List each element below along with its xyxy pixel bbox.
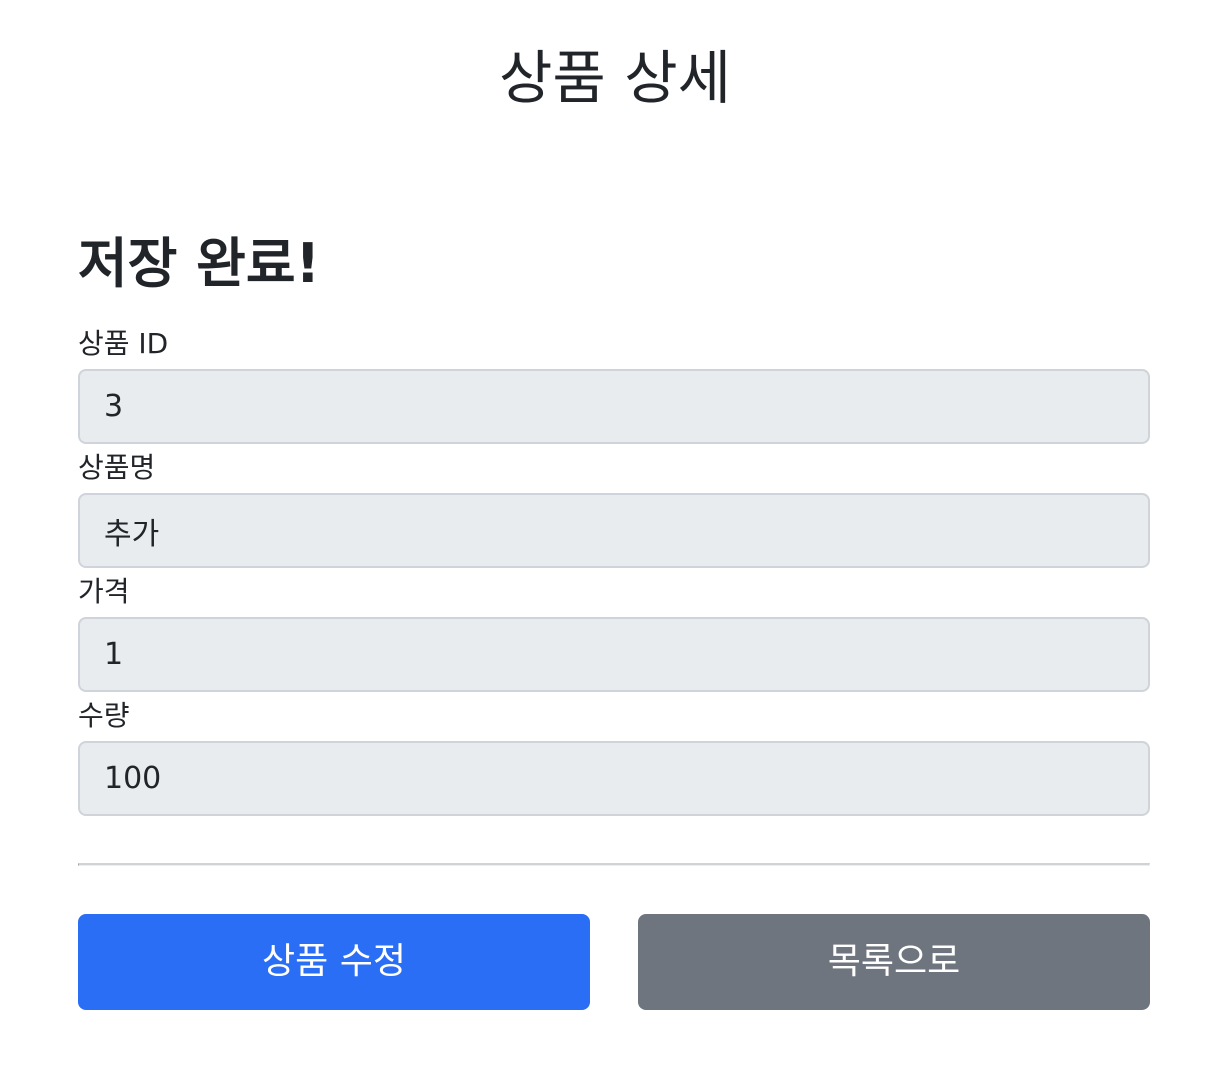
item-detail-page: 상품 상세 저장 완료! 상품 ID 상품명 가격 수량 상품 수정 목록으로	[0, 0, 1230, 1080]
price-field[interactable]	[78, 617, 1150, 692]
quantity-field[interactable]	[78, 741, 1150, 816]
divider	[78, 863, 1150, 866]
back-to-list-button[interactable]: 목록으로	[638, 914, 1150, 1010]
quantity-label: 수량	[78, 699, 130, 732]
save-status-message: 저장 완료!	[78, 232, 321, 295]
edit-item-button[interactable]: 상품 수정	[78, 914, 590, 1010]
item-id-field[interactable]	[78, 369, 1150, 444]
item-name-field[interactable]	[78, 493, 1150, 568]
page-title: 상품 상세	[499, 44, 731, 112]
price-label: 가격	[78, 575, 130, 608]
item-name-label: 상품명	[78, 451, 156, 484]
item-id-label: 상품 ID	[78, 327, 169, 360]
